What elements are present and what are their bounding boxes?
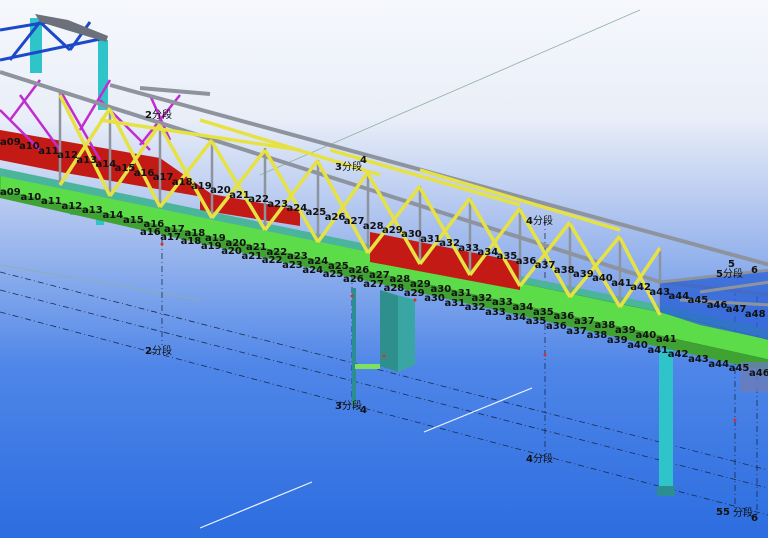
grid-label: a23 bbox=[282, 259, 303, 271]
grid-label: a46 bbox=[706, 299, 728, 311]
grid-label: a09 bbox=[0, 187, 21, 198]
segment-label: 4分段 bbox=[526, 454, 553, 465]
grid-label: a34 bbox=[505, 311, 527, 323]
grid-label: a27 bbox=[363, 278, 384, 290]
segment-label: 4 bbox=[360, 155, 367, 166]
grid-label: a45 bbox=[687, 295, 709, 307]
grid-label: a26 bbox=[343, 274, 364, 285]
grid-label: a12 bbox=[57, 150, 78, 162]
grid-label: a46 bbox=[749, 368, 768, 379]
grid-label: a26 bbox=[324, 211, 346, 223]
grid-label: a44 bbox=[668, 291, 690, 302]
grid-label: a33 bbox=[458, 242, 480, 254]
grid-label: a11 bbox=[41, 196, 62, 208]
segment-label: 2分段 bbox=[145, 346, 172, 357]
grid-label: a38 bbox=[586, 330, 608, 342]
segment-label: 6 bbox=[751, 265, 758, 276]
grid-label: a32 bbox=[464, 302, 486, 314]
grid-label: a33 bbox=[485, 306, 506, 318]
grid-label: a40 bbox=[627, 339, 648, 351]
grid-label: a22 bbox=[261, 255, 283, 267]
grid-label: a25 bbox=[305, 207, 327, 219]
grid-label: a17 bbox=[152, 172, 174, 184]
grid-label: a43 bbox=[688, 353, 709, 365]
grid-label: a37 bbox=[566, 325, 587, 337]
grid-label: a22 bbox=[248, 194, 269, 206]
grid-label: a41 bbox=[647, 344, 669, 356]
grid-label: a19 bbox=[200, 241, 222, 253]
grid-label: a41 bbox=[656, 334, 677, 346]
grid-label: a10 bbox=[20, 191, 42, 203]
segment-label: 4 bbox=[360, 405, 367, 416]
grid-label: a39 bbox=[573, 269, 594, 280]
grid-label: a29 bbox=[382, 225, 403, 236]
grid-label: a39 bbox=[606, 335, 628, 347]
left-blue-truss bbox=[0, 18, 106, 62]
grid-label: a20 bbox=[210, 185, 231, 197]
grid-label: a21 bbox=[229, 189, 250, 201]
grid-label: a28 bbox=[383, 283, 405, 295]
grid-label: a30 bbox=[401, 229, 422, 241]
grid-label: a42 bbox=[630, 282, 651, 294]
grid-label: a10 bbox=[19, 141, 40, 153]
segment-label: 2分段 bbox=[145, 110, 172, 121]
grid-label: a25 bbox=[322, 269, 344, 281]
grid-label: a17 bbox=[160, 231, 181, 243]
grid-label: a31 bbox=[444, 297, 466, 309]
grid-label: a45 bbox=[728, 363, 750, 375]
grid-label: a12 bbox=[61, 200, 83, 212]
grid-label: a15 bbox=[114, 163, 136, 175]
model-viewport[interactable]: a09 a10 a11 a12 a13 a14 a15 a16 a17 a18 a19 a20 a21 a… bbox=[0, 0, 768, 538]
segment-label: 55 bbox=[716, 507, 730, 518]
grid-label: a24 bbox=[286, 203, 308, 214]
grid-label: a27 bbox=[343, 216, 365, 228]
grid-label: a32 bbox=[439, 238, 460, 250]
grid-label: a31 bbox=[420, 233, 441, 245]
grid-label: a47 bbox=[725, 304, 747, 316]
grid-label: a36 bbox=[515, 255, 537, 267]
segment-label: 6 bbox=[751, 513, 758, 524]
segment-label: 分段 bbox=[733, 508, 753, 519]
grid-label: a37 bbox=[534, 260, 556, 272]
grid-label: a30 bbox=[424, 292, 445, 304]
grid-label: a29 bbox=[403, 288, 425, 300]
grid-label: a44 bbox=[708, 358, 730, 370]
grid-label: a23 bbox=[267, 198, 289, 210]
grid-label: a35 bbox=[496, 251, 518, 263]
segment-label: 4分段 bbox=[526, 216, 553, 227]
grid-label: a14 bbox=[102, 210, 124, 221]
grid-label: a16 bbox=[140, 227, 161, 238]
grid-label: a19 bbox=[191, 181, 212, 192]
grid-label: a13 bbox=[82, 205, 103, 217]
grid-label: a36 bbox=[546, 321, 567, 332]
grid-label: a09 bbox=[0, 137, 21, 148]
grid-label: a40 bbox=[592, 273, 613, 285]
grid-label: a43 bbox=[649, 286, 671, 298]
segment-label: 3分段 bbox=[335, 401, 362, 412]
grid-label: a42 bbox=[667, 349, 689, 361]
grid-label: a11 bbox=[38, 145, 59, 157]
grid-label: a48 bbox=[744, 308, 766, 320]
grid-label: a24 bbox=[302, 264, 324, 276]
grid-label: a20 bbox=[221, 245, 242, 257]
grid-label: a21 bbox=[241, 250, 263, 262]
green-marker bbox=[355, 364, 380, 369]
grid-label: a28 bbox=[362, 220, 384, 232]
segment-label: 3分段 bbox=[335, 162, 362, 173]
grid-label: a35 bbox=[525, 316, 547, 328]
grid-label: a14 bbox=[95, 159, 117, 170]
grid-label: a41 bbox=[611, 277, 632, 289]
grid-label: a13 bbox=[76, 154, 98, 166]
bridge-3d-model[interactable] bbox=[0, 0, 768, 538]
grid-label: a38 bbox=[553, 264, 575, 276]
grid-label: a16 bbox=[133, 167, 155, 179]
grid-label: a15 bbox=[123, 214, 144, 226]
grid-label: a18 bbox=[171, 176, 193, 188]
segment-label: 5分段 bbox=[716, 269, 743, 280]
grid-label: a18 bbox=[180, 236, 202, 248]
grid-label: a34 bbox=[477, 247, 499, 258]
